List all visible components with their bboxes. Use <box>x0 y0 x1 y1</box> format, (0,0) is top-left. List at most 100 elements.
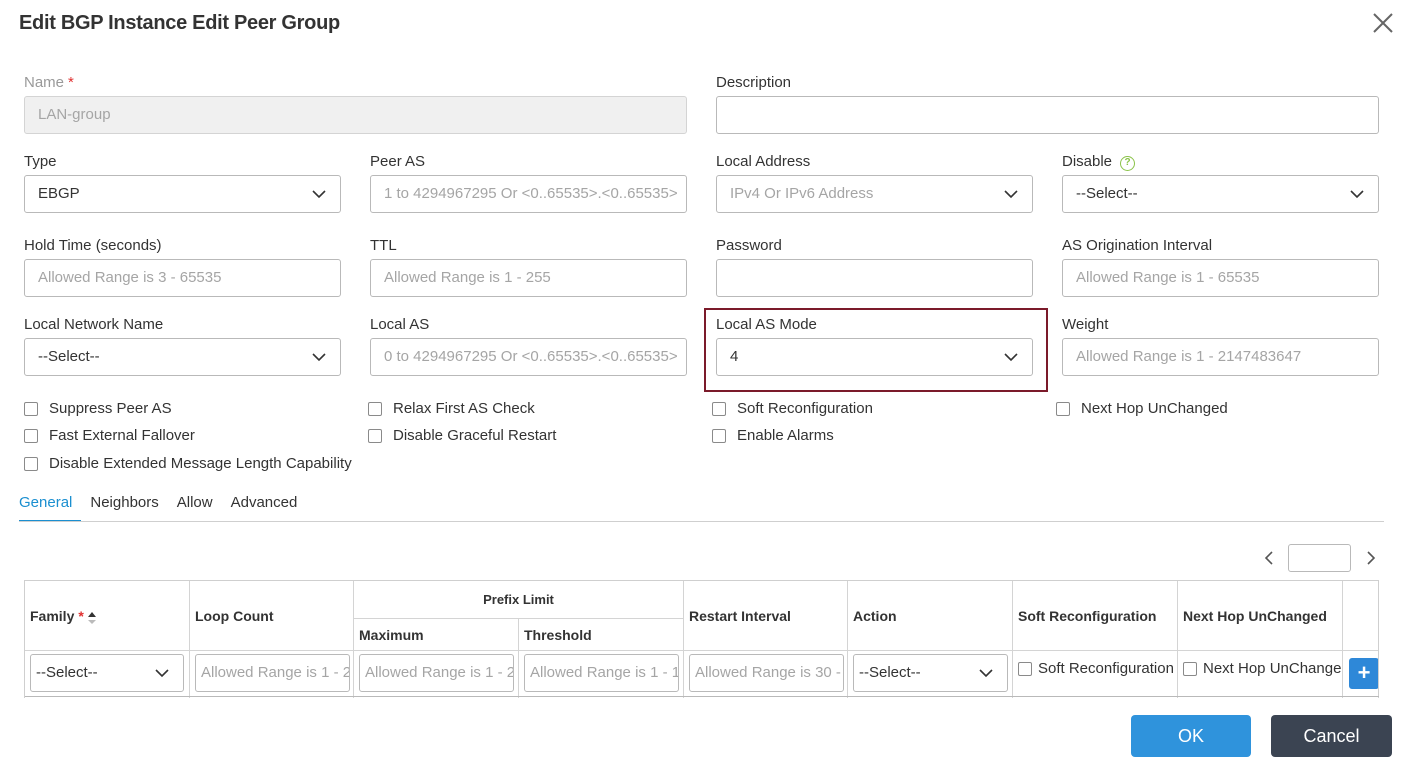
disable-select[interactable]: --Select-- <box>1062 175 1379 213</box>
checkbox-box[interactable] <box>712 401 726 416</box>
header-maximum: Maximum <box>354 619 519 650</box>
peer-as-input[interactable]: 1 to 4294967295 Or <0..65535>.<0..65535> <box>370 175 687 213</box>
disable-field: Disable? --Select-- <box>1062 152 1379 213</box>
name-input: LAN-group <box>24 96 687 134</box>
local-network-name-field: Local Network Name --Select-- <box>24 315 341 376</box>
checkbox-box[interactable] <box>368 401 382 416</box>
hold-time-input[interactable]: Allowed Range is 3 - 65535 <box>24 259 341 297</box>
header-soft-reconfiguration: Soft Reconfiguration <box>1013 581 1178 650</box>
checkbox-box[interactable] <box>1018 661 1032 676</box>
action-select[interactable]: --Select-- <box>853 654 1008 692</box>
checkbox-box[interactable] <box>368 428 382 443</box>
as-origination-interval-input[interactable]: Allowed Range is 1 - 65535 <box>1062 259 1379 297</box>
soft-reconfiguration-checkbox[interactable]: Soft Reconfiguration <box>712 400 873 417</box>
local-network-name-label: Local Network Name <box>24 316 164 333</box>
row-next-hop-unchanged-checkbox[interactable]: Next Hop UnChanged <box>1183 660 1342 677</box>
weight-input[interactable]: Allowed Range is 1 - 2147483647 <box>1062 338 1379 376</box>
relax-first-as-check-checkbox[interactable]: Relax First AS Check <box>368 400 535 417</box>
weight-label: Weight <box>1062 316 1109 333</box>
enable-alarms-checkbox[interactable]: Enable Alarms <box>712 427 834 444</box>
checkbox-label: Next Hop UnChanged <box>1081 400 1228 417</box>
header-family[interactable]: Family * <box>25 581 190 650</box>
tab-allow[interactable]: Allow <box>177 490 213 522</box>
ttl-field: TTL Allowed Range is 1 - 255 <box>370 236 687 297</box>
required-mark: * <box>68 74 74 91</box>
chevron-down-icon <box>1350 190 1364 199</box>
header-prefix-limit: Prefix Limit <box>354 581 684 618</box>
local-as-input[interactable]: 0 to 4294967295 Or <0..65535>.<0..65535> <box>370 338 687 376</box>
threshold-cell: Allowed Range is 1 - 100 <box>519 651 684 698</box>
type-select[interactable]: EBGP <box>24 175 341 213</box>
tab-advanced[interactable]: Advanced <box>231 490 298 522</box>
local-as-mode-label: Local AS Mode <box>716 316 817 333</box>
local-as-label: Local AS <box>370 316 430 333</box>
next-hop-unchanged-checkbox[interactable]: Next Hop UnChanged <box>1056 400 1228 417</box>
page-input[interactable] <box>1288 544 1351 572</box>
required-mark: * <box>78 607 84 624</box>
checkbox-box[interactable] <box>1056 401 1070 416</box>
chevron-down-icon <box>312 353 326 362</box>
action-value: --Select-- <box>859 664 921 681</box>
help-icon[interactable]: ? <box>1120 156 1136 171</box>
restart-interval-input[interactable]: Allowed Range is 30 - 65535 <box>689 654 844 692</box>
dialog-title: Edit BGP Instance Edit Peer Group <box>19 12 340 34</box>
tab-bar: General Neighbors Allow Advanced <box>19 490 315 522</box>
checkbox-label: Suppress Peer AS <box>49 400 172 417</box>
header-action: Action <box>848 581 1013 650</box>
as-origination-interval-label: AS Origination Interval <box>1062 237 1213 254</box>
checkbox-box[interactable] <box>1183 661 1197 676</box>
password-label: Password <box>716 237 782 254</box>
chevron-left-icon[interactable] <box>1262 550 1276 566</box>
checkbox-label: Soft Reconfiguration <box>1038 660 1174 677</box>
ttl-label: TTL <box>370 237 397 254</box>
peer-as-label: Peer AS <box>370 153 426 170</box>
type-label: Type <box>24 153 57 170</box>
password-input[interactable] <box>716 259 1033 297</box>
ok-button[interactable]: OK <box>1131 715 1251 757</box>
checkbox-box[interactable] <box>712 428 726 443</box>
as-origination-interval-field: AS Origination Interval Allowed Range is… <box>1062 236 1379 297</box>
loop-count-input[interactable]: Allowed Range is 1 - 255 <box>195 654 350 692</box>
local-address-label: Local Address <box>716 153 811 170</box>
tab-general[interactable]: General <box>19 490 82 522</box>
suppress-peer-as-checkbox[interactable]: Suppress Peer AS <box>24 400 172 417</box>
local-as-mode-field: Local AS Mode 4 <box>716 315 1033 376</box>
row-soft-reconfiguration-checkbox[interactable]: Soft Reconfiguration <box>1018 660 1174 677</box>
description-input[interactable] <box>716 96 1379 134</box>
hold-time-field: Hold Time (seconds) Allowed Range is 3 -… <box>24 236 341 297</box>
checkbox-box[interactable] <box>24 456 38 471</box>
local-network-name-select[interactable]: --Select-- <box>24 338 341 376</box>
sort-icon[interactable] <box>87 611 97 625</box>
disable-label: Disable <box>1062 153 1113 170</box>
action-cell: --Select-- <box>848 651 1013 698</box>
add-row-button[interactable]: + <box>1349 658 1378 689</box>
tab-neighbors[interactable]: Neighbors <box>90 490 158 522</box>
maximum-input[interactable]: Allowed Range is 1 - 2147483647 <box>359 654 514 692</box>
weight-field: Weight Allowed Range is 1 - 2147483647 <box>1062 315 1379 376</box>
restart-interval-cell: Allowed Range is 30 - 65535 <box>684 651 848 698</box>
header-next-hop-unchanged: Next Hop UnChanged <box>1178 581 1343 650</box>
local-as-mode-select[interactable]: 4 <box>716 338 1033 376</box>
disable-graceful-restart-checkbox[interactable]: Disable Graceful Restart <box>368 427 556 444</box>
password-field: Password <box>716 236 1033 297</box>
local-network-name-value: --Select-- <box>38 348 100 365</box>
description-label: Description <box>716 74 792 91</box>
chevron-right-icon[interactable] <box>1364 550 1378 566</box>
type-value: EBGP <box>38 185 80 202</box>
close-icon[interactable] <box>1370 10 1396 36</box>
local-as-mode-value: 4 <box>730 348 739 365</box>
header-threshold: Threshold <box>519 619 684 650</box>
disable-extended-message-checkbox[interactable]: Disable Extended Message Length Capabili… <box>24 455 352 472</box>
cancel-button[interactable]: Cancel <box>1271 715 1392 757</box>
family-select[interactable]: --Select-- <box>30 654 184 692</box>
checkbox-box[interactable] <box>24 401 38 416</box>
chevron-down-icon <box>1004 190 1018 199</box>
threshold-input[interactable]: Allowed Range is 1 - 100 <box>524 654 679 692</box>
checkbox-box[interactable] <box>24 428 38 443</box>
header-family-label: Family <box>30 607 75 624</box>
fast-external-fallover-checkbox[interactable]: Fast External Fallover <box>24 427 195 444</box>
ttl-input[interactable]: Allowed Range is 1 - 255 <box>370 259 687 297</box>
local-address-select[interactable]: IPv4 Or IPv6 Address <box>716 175 1033 213</box>
checkbox-label: Soft Reconfiguration <box>737 400 873 417</box>
checkbox-label: Relax First AS Check <box>393 400 535 417</box>
